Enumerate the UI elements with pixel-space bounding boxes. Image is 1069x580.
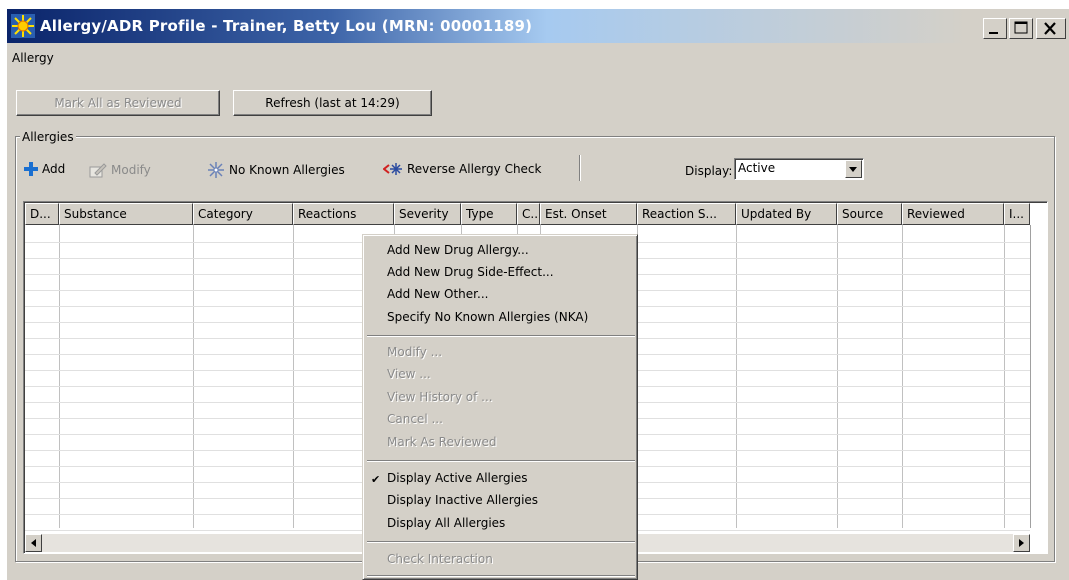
column-header-i[interactable]: I... [1004,203,1030,225]
minimize-icon [989,32,998,34]
chevron-right-icon [1019,539,1024,547]
no-known-allergies-button[interactable]: No Known Allergies [207,162,345,178]
app-sun-icon [11,14,35,38]
minimize-button[interactable] [983,18,1007,39]
menu-add-new-drug-allergy[interactable]: Add New Drug Allergy... [387,243,529,257]
close-button[interactable] [1036,18,1066,39]
menu-display-inactive[interactable]: Display Inactive Allergies [387,493,538,507]
no-known-allergies-label: No Known Allergies [229,163,345,177]
menu-specify-nka[interactable]: Specify No Known Allergies (NKA) [387,310,588,324]
menu-bar: Allergy [12,51,54,65]
starburst-icon [208,162,224,178]
display-select[interactable]: Active [734,158,864,180]
column-header-est-onset[interactable]: Est. Onset [540,203,637,225]
context-menu: Add New Drug Allergy... Add New Drug Sid… [362,234,638,580]
title-bar[interactable]: Allergy/ADR Profile - Trainer, Betty Lou… [7,9,1068,43]
column-header-category[interactable]: Category [193,203,293,225]
menu-check-interaction[interactable]: Check Interaction [387,552,493,566]
menu-display-all[interactable]: Display All Allergies [387,516,505,530]
allergies-group-label: Allergies [20,130,76,144]
scroll-left-button[interactable] [25,534,42,552]
column-header-substance[interactable]: Substance [59,203,193,225]
display-select-value: Active [738,161,776,175]
chevron-down-icon [849,167,857,172]
column-header-reaction-status[interactable]: Reaction S... [637,203,736,225]
reverse-check-icon [383,163,402,175]
close-icon [1044,22,1056,35]
mark-all-reviewed-button[interactable]: Mark All as Reviewed [16,90,220,116]
menu-separator [367,335,635,337]
column-header-reviewed[interactable]: Reviewed [902,203,1004,225]
menu-add-new-other[interactable]: Add New Other... [387,287,488,301]
display-label: Display: [685,164,733,178]
menu-separator [367,575,635,577]
add-label: Add [42,162,66,176]
window-title: Allergy/ADR Profile - Trainer, Betty Lou… [40,17,533,35]
scroll-right-button[interactable] [1013,534,1030,552]
menu-modify[interactable]: Modify ... [387,345,442,359]
maximize-icon [1014,21,1028,34]
chevron-left-icon [31,539,36,547]
maximize-button[interactable] [1009,18,1033,39]
column-header-d[interactable]: D... [25,203,59,225]
menu-allergy[interactable]: Allergy [12,51,54,65]
column-header-severity[interactable]: Severity [394,203,461,225]
pencil-document-icon [89,163,107,178]
reverse-allergy-check-button[interactable]: Reverse Allergy Check [383,162,541,176]
menu-mark-as-reviewed[interactable]: Mark As Reviewed [387,435,497,449]
reverse-allergy-check-label: Reverse Allergy Check [407,162,542,176]
toolbar-separator [579,155,581,181]
menu-view-history[interactable]: View History of ... [387,390,493,404]
display-dropdown-button[interactable] [845,160,862,178]
modify-label: Modify [111,163,151,177]
menu-separator [367,541,635,543]
menu-view[interactable]: View ... [387,367,431,381]
add-button[interactable]: Add [24,162,65,176]
refresh-button[interactable]: Refresh (last at 14:29) [233,90,432,116]
plus-icon [24,162,38,176]
checkmark-icon: ✔ [371,473,381,486]
menu-display-active[interactable]: Display Active Allergies [387,471,528,485]
column-header-type[interactable]: Type [461,203,517,225]
column-header-reactions[interactable]: Reactions [293,203,394,225]
menu-cancel[interactable]: Cancel ... [387,412,443,426]
column-header-c[interactable]: C... [517,203,540,225]
column-header-source[interactable]: Source [837,203,902,225]
modify-button[interactable]: Modify [89,162,151,178]
menu-separator [367,460,635,462]
column-header-updated-by[interactable]: Updated By [736,203,837,225]
menu-add-new-drug-side-effect[interactable]: Add New Drug Side-Effect... [387,265,554,279]
